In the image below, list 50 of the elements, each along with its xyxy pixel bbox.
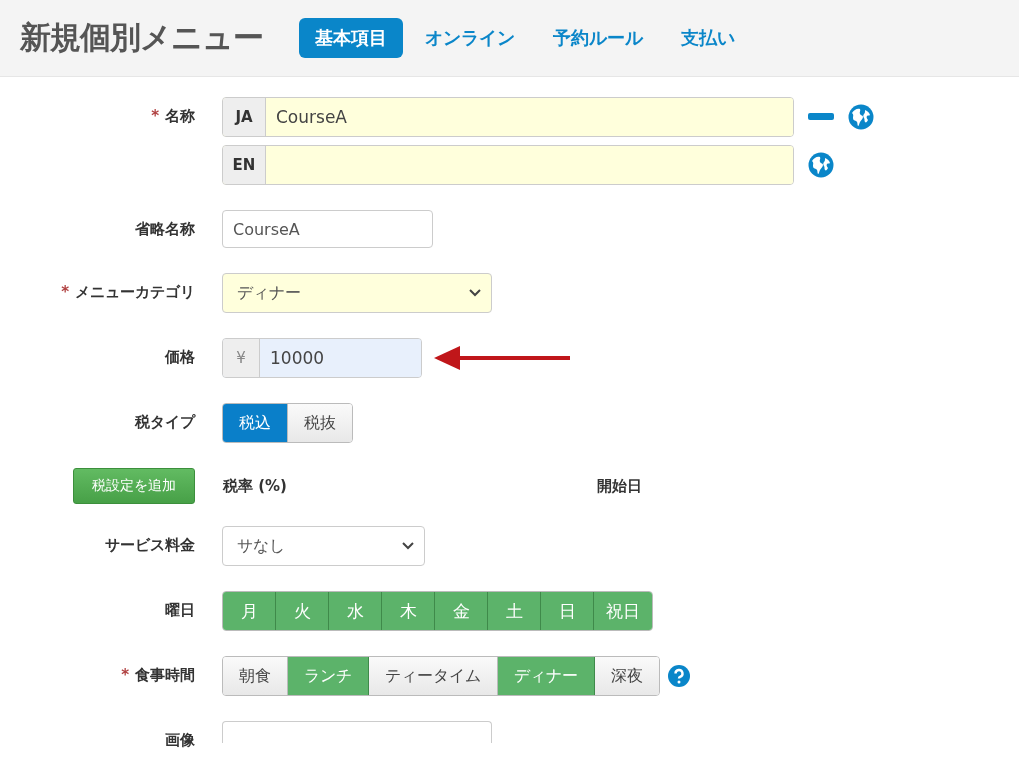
chevron-down-icon [469,289,481,297]
required-mark: * [121,666,129,684]
page-title: 新規個別メニュー [20,18,263,57]
tab[interactable]: オンライン [409,18,531,58]
field-label: 食事時間 [135,666,195,684]
option-button[interactable]: 水 [329,592,382,630]
help-icon[interactable] [668,665,690,687]
field-label: 省略名称 [135,220,195,238]
field-label: 画像 [165,731,195,749]
language-label: JA [223,98,266,136]
option-button[interactable]: ディナー [498,657,595,695]
option-button[interactable]: 金 [435,592,488,630]
option-button[interactable]: 祝日 [594,592,652,630]
option-button[interactable]: 税込 [223,404,288,442]
column-header: 開始日 [597,476,642,496]
field-label: 曜日 [165,601,195,619]
image-field[interactable] [222,721,492,743]
tab[interactable]: 基本項目 [299,18,403,58]
option-button[interactable]: 木 [382,592,435,630]
text-field[interactable]: EN [222,145,794,185]
globe-icon[interactable] [808,152,834,178]
option-button[interactable]: 日 [541,592,594,630]
tab[interactable]: 予約ルール [537,18,659,58]
option-button[interactable]: 朝食 [223,657,288,695]
field-label: 価格 [165,348,195,366]
field-label: 税タイプ [135,413,195,431]
option-button[interactable]: 土 [488,592,541,630]
dropdown[interactable]: ディナー [222,273,492,313]
language-label: EN [223,146,266,184]
add-tax-button[interactable]: 税設定を追加 [73,468,195,504]
text-field[interactable]: JA CourseA [222,97,794,137]
option-button[interactable]: 火 [276,592,329,630]
field-label: メニューカテゴリ [75,283,195,301]
currency-label: ¥ [223,339,260,377]
required-mark: * [61,283,69,301]
dropdown[interactable]: サなし [222,526,425,566]
price-field[interactable]: ¥ 10000 [222,338,422,378]
required-mark: * [151,107,159,125]
field-label: 名称 [165,107,195,125]
option-button[interactable]: 税抜 [288,404,352,442]
option-button[interactable]: 月 [223,592,276,630]
field-label: サービス料金 [105,536,195,554]
option-button[interactable]: ティータイム [369,657,498,695]
text-field[interactable]: CourseA [222,210,433,248]
option-button[interactable]: 深夜 [595,657,659,695]
tab[interactable]: 支払い [665,18,751,58]
chevron-down-icon [402,542,414,550]
option-button[interactable]: ランチ [288,657,369,695]
globe-icon[interactable] [848,104,874,130]
column-header: 税率 (%) [223,476,288,496]
